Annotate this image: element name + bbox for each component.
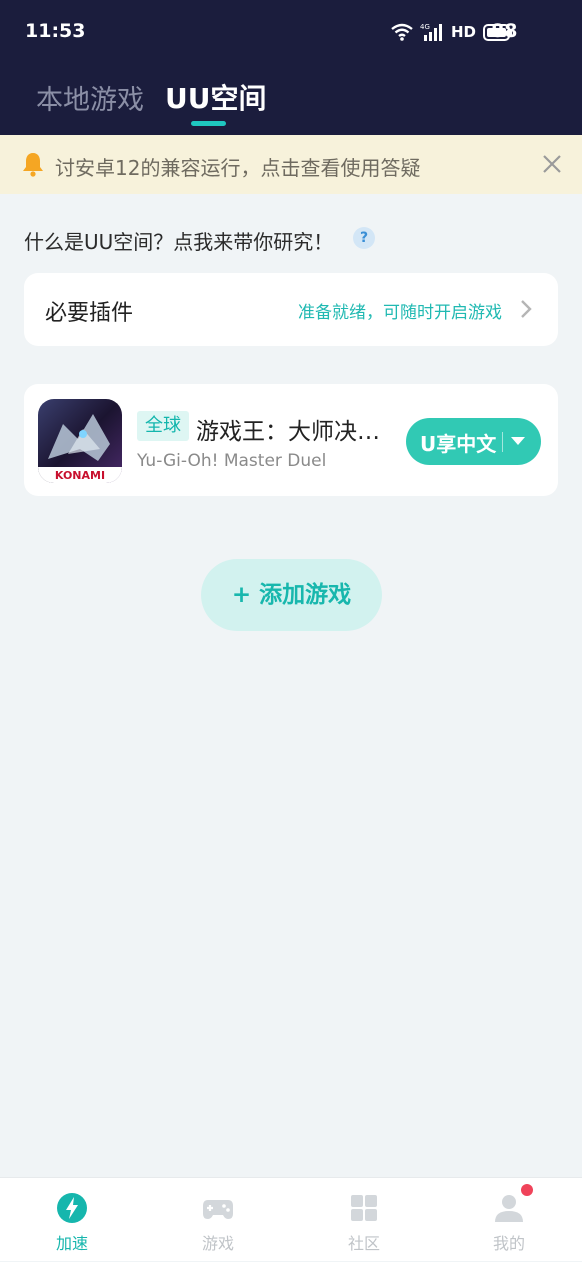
bell-icon bbox=[23, 153, 43, 177]
nav-item-profile[interactable]: 我的 bbox=[459, 1178, 559, 1262]
game-icon: KONAMI bbox=[38, 399, 122, 483]
signal-icon: 4G bbox=[420, 23, 442, 41]
nav-label: 社区 bbox=[347, 1234, 380, 1253]
launch-language-label: U享中文 bbox=[420, 432, 497, 456]
notification-badge bbox=[521, 1184, 533, 1196]
nav-item-games[interactable]: 游戏 bbox=[168, 1178, 268, 1262]
game-subtitle: Yu-Gi-Oh! Master Duel bbox=[137, 451, 327, 471]
hd-indicator: HD bbox=[450, 23, 476, 41]
close-icon[interactable] bbox=[542, 154, 562, 174]
game-title: 游戏王：大师决… bbox=[196, 419, 380, 445]
svg-text:KONAMI: KONAMI bbox=[55, 469, 105, 482]
nav-item-accelerate[interactable]: 加速 bbox=[22, 1178, 122, 1262]
active-tab-indicator bbox=[191, 121, 226, 126]
nav-label: 加速 bbox=[55, 1234, 88, 1253]
add-game-button[interactable]: + 添加游戏 bbox=[201, 559, 382, 631]
nav-label: 游戏 bbox=[201, 1234, 234, 1253]
app-header: 11:53 4G HD 88 本地游戏 UU空间 bbox=[0, 0, 582, 135]
svg-text:4G: 4G bbox=[420, 23, 430, 31]
battery-level: 88 bbox=[491, 20, 518, 42]
bolt-icon bbox=[57, 1193, 87, 1223]
status-bar: 11:53 4G HD 88 bbox=[0, 0, 582, 64]
launch-language-button[interactable]: U享中文 bbox=[406, 418, 541, 465]
button-divider bbox=[502, 432, 503, 452]
tab-uu-space[interactable]: UU空间 bbox=[165, 77, 266, 117]
bottom-nav: 加速 游戏 社区 我的 bbox=[0, 1177, 582, 1261]
help-icon[interactable]: ? bbox=[353, 227, 375, 249]
wifi-icon bbox=[391, 23, 413, 41]
tab-local-games[interactable]: 本地游戏 bbox=[36, 78, 144, 117]
gamepad-icon bbox=[203, 1200, 233, 1219]
plugin-title: 必要插件 bbox=[45, 301, 134, 326]
grid-icon bbox=[351, 1195, 377, 1221]
chevron-right-icon bbox=[521, 300, 532, 318]
nav-label: 我的 bbox=[492, 1234, 525, 1253]
region-badge: 全球 bbox=[137, 411, 189, 441]
required-plugins-card[interactable]: 必要插件 准备就绪，可随时开启游戏 bbox=[24, 273, 558, 346]
nav-item-community[interactable]: 社区 bbox=[314, 1178, 414, 1262]
plugin-status: 准备就绪，可随时开启游戏 bbox=[298, 303, 502, 323]
user-icon bbox=[495, 1195, 523, 1222]
notice-text[interactable]: 讨安卓12的兼容运行，点击查看使用答疑 bbox=[55, 152, 525, 181]
what-is-uu-space-link[interactable]: 什么是UU空间？点我来带你研究！ bbox=[24, 226, 333, 255]
clock: 11:53 bbox=[25, 20, 86, 42]
game-card[interactable]: KONAMI 全球 游戏王：大师决… Yu-Gi-Oh! Master Duel… bbox=[24, 384, 558, 496]
caret-down-icon[interactable] bbox=[510, 436, 526, 446]
